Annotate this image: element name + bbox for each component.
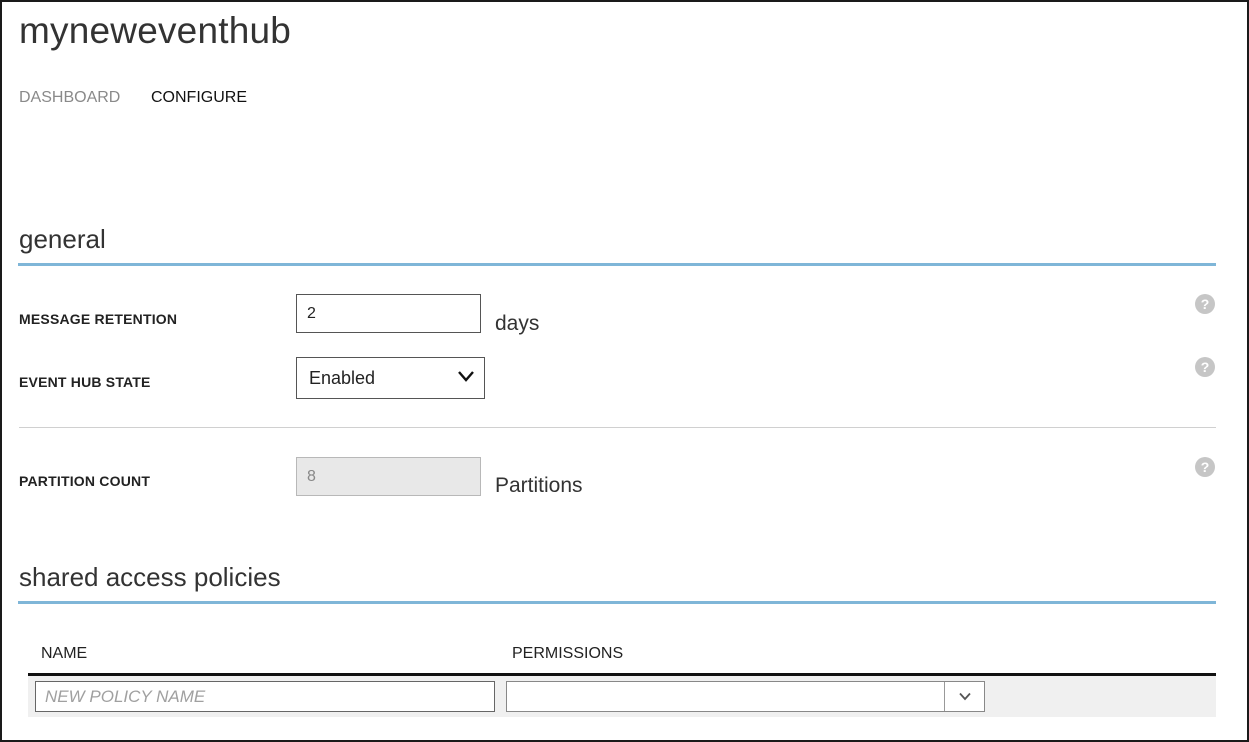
select-divider <box>944 682 945 711</box>
message-retention-input[interactable] <box>296 294 481 333</box>
section-title-general: general <box>19 224 106 254</box>
permissions-select[interactable] <box>506 681 985 712</box>
section-divider <box>18 263 1216 266</box>
section-divider <box>18 601 1216 604</box>
field-divider <box>19 427 1216 428</box>
chevron-down-icon[interactable] <box>959 692 971 701</box>
partition-count-input <box>296 457 481 496</box>
chevron-down-icon <box>458 371 474 382</box>
message-retention-unit: days <box>495 312 540 335</box>
partition-count-label: PARTITION COUNT <box>19 473 151 489</box>
partition-count-unit: Partitions <box>495 474 583 497</box>
new-policy-name-input[interactable] <box>35 681 495 712</box>
help-icon[interactable]: ? <box>1195 357 1215 377</box>
page-title: myneweventhub <box>19 10 292 51</box>
tab-dashboard[interactable]: DASHBOARD <box>19 89 120 107</box>
section-title-shared-access: shared access policies <box>19 562 281 592</box>
config-panel: myneweventhub DASHBOARD CONFIGURE genera… <box>0 0 1249 742</box>
help-icon[interactable]: ? <box>1195 294 1215 314</box>
tab-configure[interactable]: CONFIGURE <box>151 89 247 107</box>
column-header-permissions: PERMISSIONS <box>512 645 624 662</box>
event-hub-state-label: EVENT HUB STATE <box>19 374 151 390</box>
column-header-name: NAME <box>41 645 88 662</box>
message-retention-label: MESSAGE RETENTION <box>19 311 178 327</box>
help-icon[interactable]: ? <box>1195 457 1215 477</box>
event-hub-state-value: Enabled <box>309 368 376 388</box>
event-hub-state-select[interactable]: Enabled <box>296 357 485 399</box>
